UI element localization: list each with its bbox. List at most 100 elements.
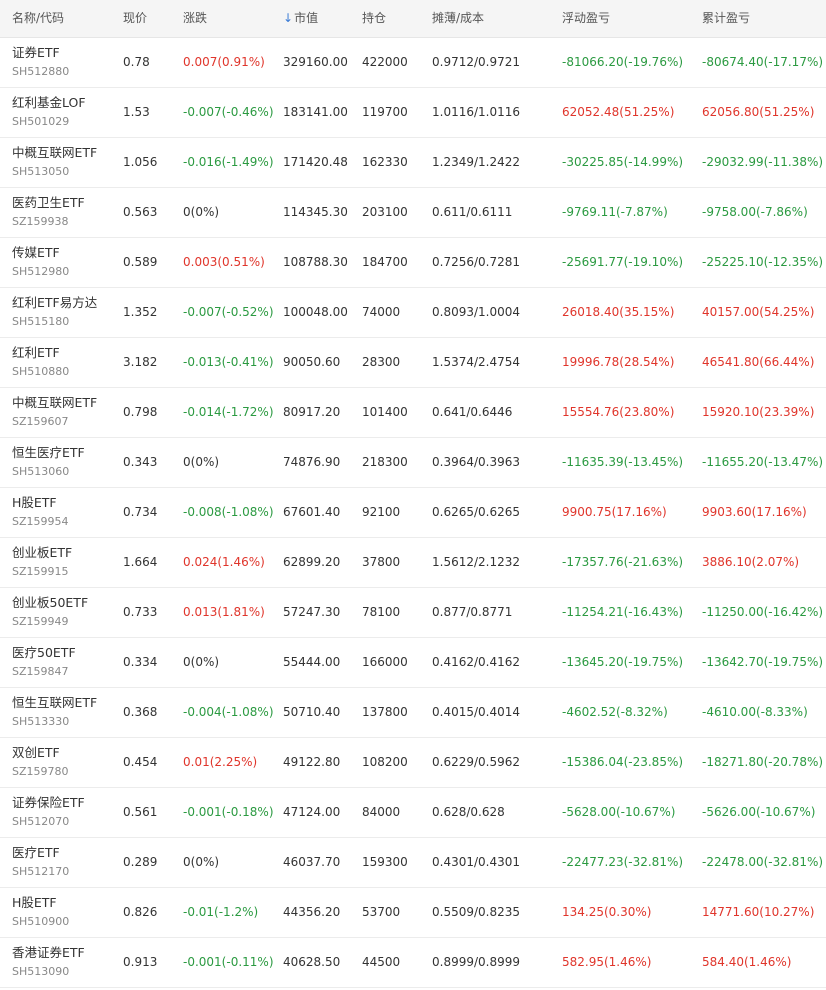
position-cell: 119700 <box>362 105 408 119</box>
total-pl-cell: 3886.10(2.07%) <box>702 555 800 569</box>
float-pl-cell: 134.25(0.30%) <box>562 905 652 919</box>
table-row[interactable]: H股ETF SH510900 0.826 -0.01(-1.2%) 44356.20 53… <box>0 888 826 938</box>
fund-code: SH512170 <box>12 865 70 878</box>
position-cell: 78100 <box>362 605 401 619</box>
cost-cell: 0.4015/0.4014 <box>432 705 521 719</box>
price-cell: 0.798 <box>123 405 158 419</box>
change-cell: 0.01(2.25%) <box>183 755 258 769</box>
table-row[interactable]: 恒生医疗ETF SH513060 0.343 0(0%) 74876.90 218300 0… <box>0 438 826 488</box>
fund-name: 恒生医疗ETF <box>12 445 85 460</box>
float-pl-cell: -11254.21(-16.43%) <box>562 605 684 619</box>
change-cell: -0.007(-0.46%) <box>183 105 274 119</box>
market-value-cell: 55444.00 <box>283 655 341 669</box>
position-cell: 203100 <box>362 205 408 219</box>
fund-name: H股ETF <box>12 495 57 510</box>
change-cell: 0(0%) <box>183 855 220 869</box>
fund-name-cell: 证券保险ETF SH512070 <box>12 794 85 830</box>
fund-code: SZ159938 <box>12 215 69 228</box>
col-header-position[interactable]: 持仓 <box>362 0 386 36</box>
change-cell: 0(0%) <box>183 655 220 669</box>
change-cell: -0.016(-1.49%) <box>183 155 274 169</box>
table-row[interactable]: 中概互联网ETF SZ159607 0.798 -0.014(-1.72%) 80917… <box>0 388 826 438</box>
fund-code: SZ159780 <box>12 765 69 778</box>
cost-cell: 0.4162/0.4162 <box>432 655 521 669</box>
fund-code: SH513050 <box>12 165 70 178</box>
fund-name-cell: 双创ETF SZ159780 <box>12 744 69 780</box>
cost-cell: 0.5509/0.8235 <box>432 905 521 919</box>
fund-name: 医药卫生ETF <box>12 195 85 210</box>
cost-cell: 0.7256/0.7281 <box>432 255 521 269</box>
market-value-cell: 67601.40 <box>283 505 341 519</box>
fund-name: 香港证券ETF <box>12 945 85 960</box>
position-cell: 166000 <box>362 655 408 669</box>
table-row[interactable]: 医药卫生ETF SZ159938 0.563 0(0%) 114345.30 203100… <box>0 188 826 238</box>
position-cell: 74000 <box>362 305 401 319</box>
fund-name: 创业板50ETF <box>12 595 89 610</box>
position-cell: 162330 <box>362 155 408 169</box>
position-cell: 422000 <box>362 55 408 69</box>
price-cell: 1.056 <box>123 155 158 169</box>
cost-cell: 0.8999/0.8999 <box>432 955 521 969</box>
market-value-cell: 40628.50 <box>283 955 341 969</box>
col-header-change[interactable]: 涨跌 <box>183 0 207 36</box>
price-cell: 0.289 <box>123 855 158 869</box>
total-pl-cell: -25225.10(-12.35%) <box>702 255 824 269</box>
table-row[interactable]: 红利ETF易方达 SH515180 1.352 -0.007(-0.52%) 10004… <box>0 288 826 338</box>
table-row[interactable]: 创业板ETF SZ159915 1.664 0.024(1.46%) 62899.20 3… <box>0 538 826 588</box>
col-header-float-pl[interactable]: 浮动盈亏 <box>562 0 610 36</box>
table-row[interactable]: 香港证券ETF SH513090 0.913 -0.001(-0.11%) 40628.… <box>0 938 826 988</box>
table-row[interactable]: 传媒ETF SH512980 0.589 0.003(0.51%) 108788.30 1… <box>0 238 826 288</box>
float-pl-cell: -11635.39(-13.45%) <box>562 455 684 469</box>
total-pl-cell: -29032.99(-11.38%) <box>702 155 824 169</box>
table-row[interactable]: 红利基金LOF SH501029 1.53 -0.007(-0.46%) 183141.… <box>0 88 826 138</box>
fund-name: 红利基金LOF <box>12 95 86 110</box>
float-pl-cell: -30225.85(-14.99%) <box>562 155 684 169</box>
change-cell: -0.007(-0.52%) <box>183 305 274 319</box>
float-pl-cell: -81066.20(-19.76%) <box>562 55 684 69</box>
float-pl-cell: 9900.75(17.16%) <box>562 505 667 519</box>
position-cell: 37800 <box>362 555 401 569</box>
table-row[interactable]: 医疗50ETF SZ159847 0.334 0(0%) 55444.00 166000 0… <box>0 638 826 688</box>
table-row[interactable]: 创业板50ETF SZ159949 0.733 0.013(1.81%) 57247.3… <box>0 588 826 638</box>
change-cell: -0.013(-0.41%) <box>183 355 274 369</box>
cost-cell: 1.5612/2.1232 <box>432 555 521 569</box>
total-pl-cell: -9758.00(-7.86%) <box>702 205 808 219</box>
position-cell: 159300 <box>362 855 408 869</box>
col-header-market-value[interactable]: ↓市值 <box>283 0 318 36</box>
fund-name-cell: 证券ETF SH512880 <box>12 44 69 80</box>
cost-cell: 0.6265/0.6265 <box>432 505 521 519</box>
col-header-total-pl[interactable]: 累计盈亏 <box>702 0 750 36</box>
cost-cell: 0.8093/1.0004 <box>432 305 521 319</box>
float-pl-cell: 62052.48(51.25%) <box>562 105 675 119</box>
change-cell: -0.014(-1.72%) <box>183 405 274 419</box>
fund-code: SH510880 <box>12 365 70 378</box>
table-row[interactable]: 双创ETF SZ159780 0.454 0.01(2.25%) 49122.80 108… <box>0 738 826 788</box>
price-cell: 0.589 <box>123 255 158 269</box>
float-pl-cell: 26018.40(35.15%) <box>562 305 675 319</box>
cost-cell: 0.628/0.628 <box>432 805 505 819</box>
fund-name-cell: H股ETF SH510900 <box>12 894 69 930</box>
price-cell: 0.368 <box>123 705 158 719</box>
fund-name-cell: 恒生互联网ETF SH513330 <box>12 694 97 730</box>
table-row[interactable]: 医疗ETF SH512170 0.289 0(0%) 46037.70 159300 0.4… <box>0 838 826 888</box>
total-pl-cell: -5626.00(-10.67%) <box>702 805 816 819</box>
fund-name-cell: 医疗ETF SH512170 <box>12 844 69 880</box>
col-header-name[interactable]: 名称/代码 <box>12 0 64 36</box>
fund-code: SH513090 <box>12 965 70 978</box>
fund-code: SH513330 <box>12 715 70 728</box>
fund-name-cell: 红利基金LOF SH501029 <box>12 94 86 130</box>
cost-cell: 0.641/0.6446 <box>432 405 513 419</box>
table-row[interactable]: 红利ETF SH510880 3.182 -0.013(-0.41%) 90050.60… <box>0 338 826 388</box>
change-cell: -0.001(-0.11%) <box>183 955 274 969</box>
col-header-cost[interactable]: 摊薄/成本 <box>432 0 484 36</box>
table-row[interactable]: 恒生互联网ETF SH513330 0.368 -0.004(-1.08%) 50710… <box>0 688 826 738</box>
fund-name-cell: 医药卫生ETF SZ159938 <box>12 194 85 230</box>
market-value-cell: 171420.48 <box>283 155 348 169</box>
price-cell: 0.454 <box>123 755 158 769</box>
table-row[interactable]: 证券保险ETF SH512070 0.561 -0.001(-0.18%) 47124.… <box>0 788 826 838</box>
table-row[interactable]: 中概互联网ETF SH513050 1.056 -0.016(-1.49%) 17142… <box>0 138 826 188</box>
table-row[interactable]: H股ETF SZ159954 0.734 -0.008(-1.08%) 67601.40… <box>0 488 826 538</box>
col-header-price[interactable]: 现价 <box>123 0 147 36</box>
total-pl-cell: -80674.40(-17.17%) <box>702 55 824 69</box>
table-row[interactable]: 证券ETF SH512880 0.78 0.007(0.91%) 329160.00 42… <box>0 38 826 88</box>
